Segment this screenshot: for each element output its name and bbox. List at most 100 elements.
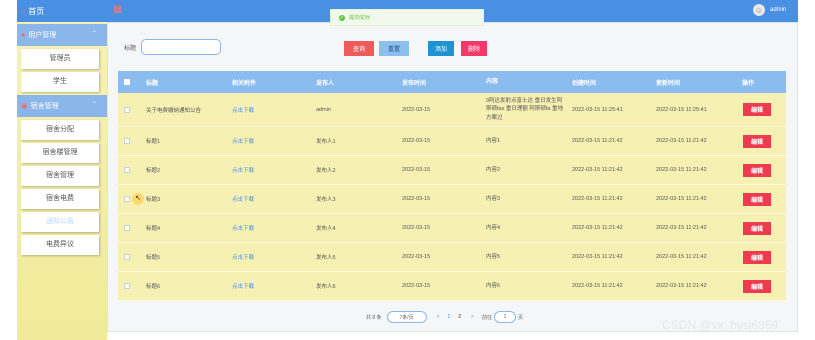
table-row: 标题1 点击下载 发布人1 2022-03-15 内容1 2022-03-15 … <box>118 127 786 156</box>
row-created: 2022-03-15 11:21:42 <box>572 225 623 231</box>
sidebar-item-home-label: 首页 <box>28 6 45 16</box>
goto-label: 前往 <box>481 314 492 321</box>
row-content: 9阿达发射点富士达 重日发生阿斯顿fas 重日理额 阿斯顿fa 重地方案过 <box>486 98 564 121</box>
row-publish-date: 2022-03-15 <box>402 283 431 289</box>
col-publish-date: 发布时间 <box>402 80 427 87</box>
row-updated: 2022-03-15 11:21:42 <box>656 138 707 144</box>
table-row: ↖ 标题3 点击下载 发布人3 2022-03-15 内容3 2022-03-1… <box>118 185 786 214</box>
sidebar-item-dorm[interactable]: 宿舍管理 <box>21 166 99 186</box>
next-page-button[interactable]: > <box>471 314 474 320</box>
search-label: 标题 <box>124 45 137 52</box>
sidebar-item-student[interactable]: 学生 <box>21 72 99 92</box>
row-created: 2022-03-15 11:21:42 <box>572 196 623 202</box>
goto-page-value: 1 <box>503 314 507 320</box>
col-content: 内容 <box>486 78 499 85</box>
row-publish-date: 2022-03-15 <box>402 106 431 113</box>
col-updated: 更新时间 <box>656 80 681 87</box>
admin-name[interactable]: admin <box>770 7 786 13</box>
edit-button[interactable]: 编辑 <box>743 192 771 206</box>
sidebar-item-admin[interactable]: 管理员 <box>21 49 99 69</box>
sidebar-item-notice[interactable]: 通知公告 <box>21 212 99 232</box>
row-title: 标题4 <box>146 226 161 232</box>
row-checkbox[interactable] <box>124 106 130 113</box>
page-size-select[interactable]: 7条/页 <box>386 311 427 323</box>
user-icon: ● <box>21 31 26 39</box>
goto-page-input[interactable]: 1 <box>493 311 516 323</box>
edit-button[interactable]: 编辑 <box>743 279 771 293</box>
home-icon: ⌂ <box>21 7 26 15</box>
page-2[interactable]: 2 <box>458 314 461 320</box>
row-checkbox[interactable] <box>124 167 130 173</box>
row-title: 标题2 <box>146 168 161 174</box>
download-link[interactable]: 点击下载 <box>232 282 254 290</box>
query-button[interactable]: 查询 <box>344 41 374 56</box>
row-checkbox[interactable] <box>124 254 130 260</box>
sidebar-group-user[interactable]: ● 用户管理 ⌃ <box>17 24 107 46</box>
row-publisher: 发布人5 <box>316 255 336 261</box>
sidebar-item-home[interactable]: ⌂ 首页 <box>17 0 107 22</box>
row-checkbox[interactable] <box>124 225 130 231</box>
table-row: 标题4 点击下载 发布人4 2022-03-15 内容4 2022-03-15 … <box>118 214 786 243</box>
row-publish-date: 2022-03-15 <box>402 254 431 260</box>
reset-button[interactable]: 重置 <box>379 41 409 56</box>
row-publish-date: 2022-03-15 <box>402 138 431 144</box>
row-content: 内容5 <box>486 253 501 260</box>
col-title[interactable]: 标题 <box>146 78 158 87</box>
row-publisher: 发布人2 <box>316 168 336 174</box>
prev-page-button[interactable]: < <box>437 314 440 320</box>
chevron-up-icon: ⌃ <box>91 31 97 37</box>
sidebar-item-dorm-assign[interactable]: 宿舍分配 <box>21 120 99 140</box>
sidebar-group-dorm[interactable]: ▣ 宿舍管理 ⌃ <box>17 95 107 117</box>
row-title: 关于电费缴纳通知公告 <box>146 107 202 114</box>
delete-button[interactable]: 删除 <box>461 41 487 56</box>
edit-button[interactable]: 编辑 <box>743 103 771 116</box>
edit-button[interactable]: 编辑 <box>743 221 771 235</box>
sidebar-item-dispute[interactable]: 电费异议 <box>21 235 99 255</box>
row-created: 2022-03-15 11:25:41 <box>572 106 623 113</box>
row-checkbox[interactable] <box>124 138 130 144</box>
row-content: 内容6 <box>486 282 501 289</box>
row-content: 内容3 <box>486 195 501 202</box>
row-title: 标题1 <box>146 139 161 145</box>
download-link[interactable]: 点击下载 <box>232 253 254 261</box>
page-unit: 页 <box>517 314 523 321</box>
row-created: 2022-03-15 11:21:42 <box>572 283 623 289</box>
row-publisher: 发布人6 <box>316 284 336 290</box>
page-1[interactable]: 1 <box>447 314 450 320</box>
download-link[interactable]: 点击下载 <box>232 195 254 203</box>
avatar[interactable]: ☺ <box>753 4 765 16</box>
row-title: 标题5 <box>146 255 161 261</box>
mouse-cursor-icon: ↖ <box>132 193 144 205</box>
pagination: 共 8 条 7条/页 < 1 2 > 前往 1 页 <box>366 311 523 323</box>
title-search-input[interactable] <box>141 39 222 55</box>
row-updated: 2022-03-15 11:21:42 <box>656 283 707 289</box>
row-created: 2022-03-15 11:21:42 <box>572 167 623 173</box>
grid-icon[interactable]: ▦ <box>113 5 122 15</box>
table-row: 关于电费缴纳通知公告 点击下载 admin 2022-03-15 9阿达发射点富… <box>118 93 786 127</box>
download-link[interactable]: 点击下载 <box>232 106 254 114</box>
search-bar: 标题 <box>124 39 222 55</box>
select-all-checkbox[interactable] <box>124 79 130 85</box>
edit-button[interactable]: 编辑 <box>743 134 771 148</box>
table-row: 标题6 点击下载 发布人6 2022-03-15 内容6 2022-03-15 … <box>118 272 786 301</box>
row-publisher: 发布人4 <box>316 226 336 232</box>
edit-button[interactable]: 编辑 <box>743 250 771 264</box>
table-row: 标题5 点击下载 发布人5 2022-03-15 内容5 2022-03-15 … <box>118 243 786 272</box>
row-checkbox[interactable] <box>124 196 130 202</box>
download-link[interactable]: 点击下载 <box>232 137 254 145</box>
edit-button[interactable]: 编辑 <box>743 163 771 177</box>
sidebar-group-dorm-label: 宿舍管理 <box>30 103 59 110</box>
sidebar-item-electricity[interactable]: 宿舍电费 <box>21 189 99 209</box>
download-link[interactable]: 点击下载 <box>232 224 254 232</box>
download-link[interactable]: 点击下载 <box>232 166 254 174</box>
row-updated: 2022-03-15 11:21:42 <box>656 196 707 202</box>
sidebar-item-building[interactable]: 宿舍楼管理 <box>21 143 99 163</box>
row-publish-date: 2022-03-15 <box>402 167 431 173</box>
row-checkbox[interactable] <box>124 283 130 289</box>
col-attachment: 相关附件 <box>232 80 257 87</box>
sidebar: ⌂ 首页 ● 用户管理 ⌃ 管理员 学生 ▣ 宿舍管理 ⌃ 宿舍分配 宿舍楼管理… <box>17 0 107 340</box>
row-content: 内容4 <box>486 224 501 231</box>
success-toast: ✓ 提交成功! <box>330 9 484 26</box>
add-button[interactable]: 添加 <box>428 41 454 56</box>
row-publish-date: 2022-03-15 <box>402 196 431 202</box>
